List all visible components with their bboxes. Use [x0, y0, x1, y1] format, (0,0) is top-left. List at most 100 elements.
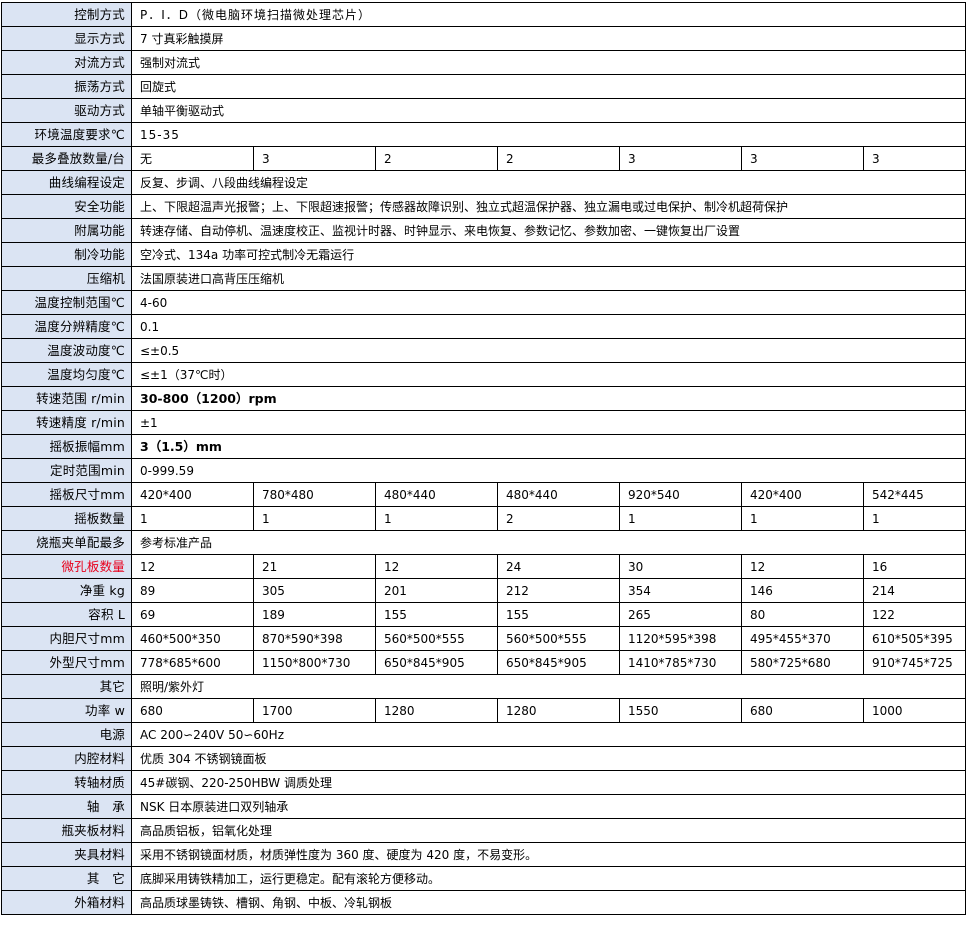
- spec-row-value: 30-800（1200）rpm: [130, 386, 967, 411]
- spec-cell: 1: [131, 506, 254, 531]
- spec-cell: 910*745*725: [862, 650, 967, 675]
- spec-cell: 12: [375, 554, 498, 579]
- spec-cell: 1280: [497, 698, 620, 723]
- spec-cell: 680: [131, 698, 254, 723]
- spec-row-value: 强制对流式: [130, 50, 967, 75]
- spec-row-label: 最多叠放数量/台: [1, 146, 132, 171]
- spec-row-value: AC 200∽240V 50∽60Hz: [130, 722, 967, 747]
- spec-row: 压缩机 法国原装进口高背压压缩机: [1, 266, 967, 291]
- spec-cell: 265: [619, 602, 742, 627]
- spec-table: 控制方式 P．I．D（微电脑环境扫描微处理芯片） 显示方式 7 寸真彩触摸屏 对流方式强…: [1, 2, 967, 915]
- spec-cell: 650*845*905: [375, 650, 498, 675]
- spec-cell: 420*400: [131, 482, 254, 507]
- spec-row: 内胆尺寸mm 460*500*350 870*590*398 560*500*555 5…: [1, 626, 967, 651]
- spec-row: 功率 w 680 1700 1280 1280 1550 680 1000: [1, 698, 967, 723]
- spec-row-value: 4-60: [130, 290, 967, 315]
- spec-row-value: ≤±1（37℃时）: [130, 362, 967, 387]
- spec-row: 夹具材料 采用不锈钢镜面材质，材质弹性度为 360 度、硬度为 420 度，不易变…: [1, 842, 967, 867]
- spec-row-label: 附属功能: [1, 218, 132, 243]
- spec-row-value: 7 寸真彩触摸屏: [130, 26, 967, 51]
- spec-cell: 480*440: [497, 482, 620, 507]
- spec-row: 转速范围 r/min 30-800（1200）rpm: [1, 386, 967, 411]
- spec-row-label: 显示方式: [1, 26, 132, 51]
- spec-cell: 2: [497, 506, 620, 531]
- spec-cell: 778*685*600: [131, 650, 254, 675]
- spec-table-body: 控制方式 P．I．D（微电脑环境扫描微处理芯片） 显示方式 7 寸真彩触摸屏 对流方式强…: [1, 2, 967, 915]
- spec-row: 摇板振幅mm 3（1.5）mm: [1, 434, 967, 459]
- spec-row-label: 振荡方式: [1, 74, 132, 99]
- spec-row: 摇板尺寸mm 420*400 780*480 480*440 480*440 920*54…: [1, 482, 967, 507]
- spec-row: 外型尺寸mm 778*685*600 1150*800*730 650*845*905…: [1, 650, 967, 675]
- spec-cell: 无: [131, 146, 254, 171]
- spec-cell: 305: [253, 578, 376, 603]
- spec-cell: 460*500*350: [131, 626, 254, 651]
- spec-row: 轴 承 NSK 日本原装进口双列轴承: [1, 794, 967, 819]
- spec-row-value: 上、下限超温声光报警；上、下限超速报警；传感器故障识别、独立式超温保护器、独立漏…: [130, 194, 967, 219]
- spec-row-label: 其 它: [1, 866, 132, 891]
- spec-row-value: ±1: [130, 410, 967, 435]
- spec-cell: 1550: [619, 698, 742, 723]
- spec-row-value: 高品质铝板，铝氧化处理: [130, 818, 967, 843]
- spec-row: 瓶夹板材料 高品质铝板，铝氧化处理: [1, 818, 967, 843]
- spec-row: 安全功能 上、下限超温声光报警；上、下限超速报警；传感器故障识别、独立式超温保护器…: [1, 194, 967, 219]
- spec-row-value: 单轴平衡驱动式: [130, 98, 967, 123]
- spec-row-label: 温度分辨精度℃: [1, 314, 132, 339]
- spec-row: 控制方式 P．I．D（微电脑环境扫描微处理芯片）: [1, 2, 967, 27]
- spec-cell: 122: [862, 602, 967, 627]
- spec-cell: 1120*595*398: [619, 626, 742, 651]
- spec-row-value: 0-999.59: [130, 458, 967, 483]
- spec-row-value: 0.1: [130, 314, 967, 339]
- spec-cell: 12: [131, 554, 254, 579]
- spec-row: 电源 AC 200∽240V 50∽60Hz: [1, 722, 967, 747]
- spec-row: 温度波动度℃ ≤±0.5: [1, 338, 967, 363]
- spec-row-value: P．I．D（微电脑环境扫描微处理芯片）: [130, 2, 967, 27]
- spec-row-value: 转速存储、自动停机、温速度校正、监视计时器、时钟显示、来电恢复、参数记忆、参数加…: [130, 218, 967, 243]
- spec-cell: 680: [741, 698, 864, 723]
- spec-row-label: 压缩机: [1, 266, 132, 291]
- spec-row: 对流方式 强制对流式: [1, 50, 967, 75]
- spec-cell: 155: [375, 602, 498, 627]
- spec-cell: 560*500*555: [375, 626, 498, 651]
- spec-row: 转速精度 r/min ±1: [1, 410, 967, 435]
- spec-row: 温度控制范围℃ 4-60: [1, 290, 967, 315]
- spec-row-label: 控制方式: [1, 2, 132, 27]
- spec-cell: 1280: [375, 698, 498, 723]
- spec-cell: 12: [741, 554, 864, 579]
- spec-cell: 30: [619, 554, 742, 579]
- spec-row-label: 摇板振幅mm: [1, 434, 132, 459]
- spec-row-label: 驱动方式: [1, 98, 132, 123]
- spec-cell: 146: [741, 578, 864, 603]
- spec-row: 定时范围min 0-999.59: [1, 458, 967, 483]
- spec-cell: 2: [375, 146, 498, 171]
- spec-row-label: 净重 kg: [1, 578, 132, 603]
- spec-row-value: 45#碳钢、220-250HBW 调质处理: [130, 770, 967, 795]
- spec-row: 显示方式 7 寸真彩触摸屏: [1, 26, 967, 51]
- spec-row-label: 功率 w: [1, 698, 132, 723]
- spec-cell: 480*440: [375, 482, 498, 507]
- spec-cell: 3: [253, 146, 376, 171]
- spec-cell: 580*725*680: [741, 650, 864, 675]
- spec-row-value: 高品质球墨铸铁、槽钢、角钢、中板、冷轧钢板: [130, 890, 967, 915]
- spec-row-label: 对流方式: [1, 50, 132, 75]
- spec-cell: 3: [619, 146, 742, 171]
- spec-row-value: 回旋式: [130, 74, 967, 99]
- spec-row-value: 采用不锈钢镜面材质，材质弹性度为 360 度、硬度为 420 度，不易变形。: [130, 842, 967, 867]
- spec-row: 容积 L 69 189 155 155 265 80 122: [1, 602, 967, 627]
- spec-row-value: 底脚采用铸铁精加工，运行更稳定。配有滚轮方便移动。: [130, 866, 967, 891]
- spec-row-value: 空冷式、134a 功率可控式制冷无霜运行: [130, 242, 967, 267]
- spec-row-label: 外箱材料: [1, 890, 132, 915]
- spec-cell: 650*845*905: [497, 650, 620, 675]
- spec-row-label: 环境温度要求℃: [1, 122, 132, 147]
- spec-cell: 1: [375, 506, 498, 531]
- spec-row-label: 转速范围 r/min: [1, 386, 132, 411]
- spec-row-label: 安全功能: [1, 194, 132, 219]
- spec-row-label: 内胆尺寸mm: [1, 626, 132, 651]
- spec-cell: 354: [619, 578, 742, 603]
- spec-row: 振荡方式 回旋式: [1, 74, 967, 99]
- spec-cell: 560*500*555: [497, 626, 620, 651]
- spec-cell: 1: [253, 506, 376, 531]
- spec-row-label: 轴 承: [1, 794, 132, 819]
- spec-row: 摇板数量 1 1 1 2 1 1 1: [1, 506, 967, 531]
- spec-cell: 1: [619, 506, 742, 531]
- spec-row-label: 摇板数量: [1, 506, 132, 531]
